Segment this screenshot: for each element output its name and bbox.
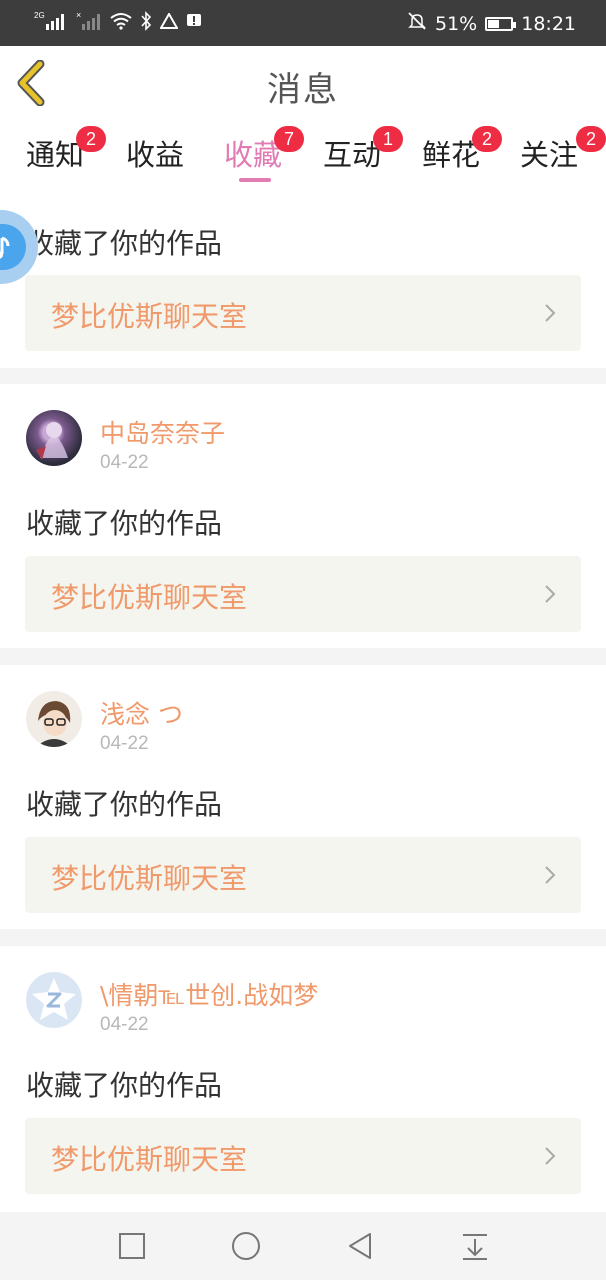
header: 消息 [0, 46, 606, 121]
clock: 18:21 [521, 12, 576, 35]
username[interactable]: 浅念 つ [100, 695, 183, 731]
status-bar: 2G × 51% 18:21 [0, 0, 606, 46]
tab-label: 收藏 [223, 138, 282, 172]
signal-icon: 2G [34, 10, 68, 36]
timestamp: 04-22 [100, 733, 149, 754]
work-link[interactable]: 梦比优斯聊天室 [25, 275, 581, 351]
work-link-title: 梦比优斯聊天室 [51, 862, 248, 895]
status-right: 51% 18:21 [407, 11, 576, 36]
avatar[interactable] [26, 691, 82, 747]
chevron-right-icon [545, 304, 556, 322]
square-icon[interactable] [116, 1230, 148, 1262]
tab-label: 关注 [519, 138, 578, 172]
list-item: 收藏了你的作品 梦比优斯聊天室 [0, 192, 606, 368]
circle-icon[interactable] [230, 1230, 262, 1262]
triangle-back-icon[interactable] [344, 1230, 376, 1262]
mute-icon [407, 11, 427, 36]
tab-following[interactable]: 关注 2 [504, 126, 606, 174]
username[interactable]: \情朝℡世创.战如梦 [100, 976, 318, 1012]
svg-text:2G: 2G [34, 11, 45, 20]
item-message: 收藏了你的作品 [26, 507, 223, 540]
work-link[interactable]: 梦比优斯聊天室 [25, 556, 581, 632]
tab-earnings[interactable]: 收益 [110, 132, 200, 174]
tab-badge: 2 [76, 126, 106, 152]
tab-label: 通知 [25, 138, 84, 172]
battery-icon [485, 16, 517, 31]
avatar[interactable] [26, 972, 82, 1028]
chevron-right-icon [545, 866, 556, 884]
active-tab-indicator [239, 178, 271, 182]
timestamp: 04-22 [100, 452, 149, 473]
tab-badge: 2 [472, 126, 502, 152]
floating-button-core [0, 224, 26, 270]
avatar[interactable] [26, 410, 82, 466]
item-message: 收藏了你的作品 [26, 227, 223, 260]
tab-label: 互动 [322, 138, 381, 172]
alert-triangle-icon [159, 11, 179, 33]
tab-label: 收益 [125, 138, 184, 172]
tab-interactions[interactable]: 互动 1 [307, 126, 403, 174]
status-left: 2G × [34, 10, 202, 36]
timestamp: 04-22 [100, 1014, 149, 1035]
page-title: 消息 [267, 70, 339, 110]
work-link[interactable]: 梦比优斯聊天室 [25, 1118, 581, 1194]
work-link[interactable]: 梦比优斯聊天室 [25, 837, 581, 913]
item-message: 收藏了你的作品 [26, 788, 223, 821]
item-message: 收藏了你的作品 [26, 1069, 223, 1102]
tab-bar: 通知 2 收益 收藏 7 互动 1 鲜花 2 关注 2 [0, 120, 606, 192]
work-link-title: 梦比优斯聊天室 [51, 581, 248, 614]
tab-flowers[interactable]: 鲜花 2 [406, 126, 502, 174]
signal-2-icon: × [76, 10, 102, 36]
music-note-icon [0, 236, 10, 259]
work-link-title: 梦比优斯聊天室 [51, 1143, 248, 1176]
tab-badge: 7 [274, 126, 304, 152]
notification-icon [186, 13, 202, 33]
tab-label: 鲜花 [421, 138, 480, 172]
chevron-right-icon [545, 585, 556, 603]
download-icon[interactable] [459, 1230, 491, 1262]
chevron-right-icon [545, 1147, 556, 1165]
tab-favorites[interactable]: 收藏 7 [208, 126, 304, 182]
list-item: \情朝℡世创.战如梦 04-22 收藏了你的作品 梦比优斯聊天室 [0, 946, 606, 1212]
svg-text:×: × [76, 10, 81, 20]
battery-percent: 51% [435, 12, 478, 35]
tab-notifications[interactable]: 通知 2 [10, 126, 106, 174]
bluetooth-icon [140, 11, 152, 35]
username[interactable]: 中岛奈奈子 [100, 414, 225, 450]
list-item: 中岛奈奈子 04-22 收藏了你的作品 梦比优斯聊天室 [0, 384, 606, 648]
work-link-title: 梦比优斯聊天室 [51, 300, 248, 333]
tab-badge: 1 [373, 126, 403, 152]
wifi-icon [110, 12, 132, 34]
list-item: 浅念 つ 04-22 收藏了你的作品 梦比优斯聊天室 [0, 665, 606, 929]
tab-badge: 2 [576, 126, 606, 152]
system-nav-bar [0, 1212, 606, 1280]
